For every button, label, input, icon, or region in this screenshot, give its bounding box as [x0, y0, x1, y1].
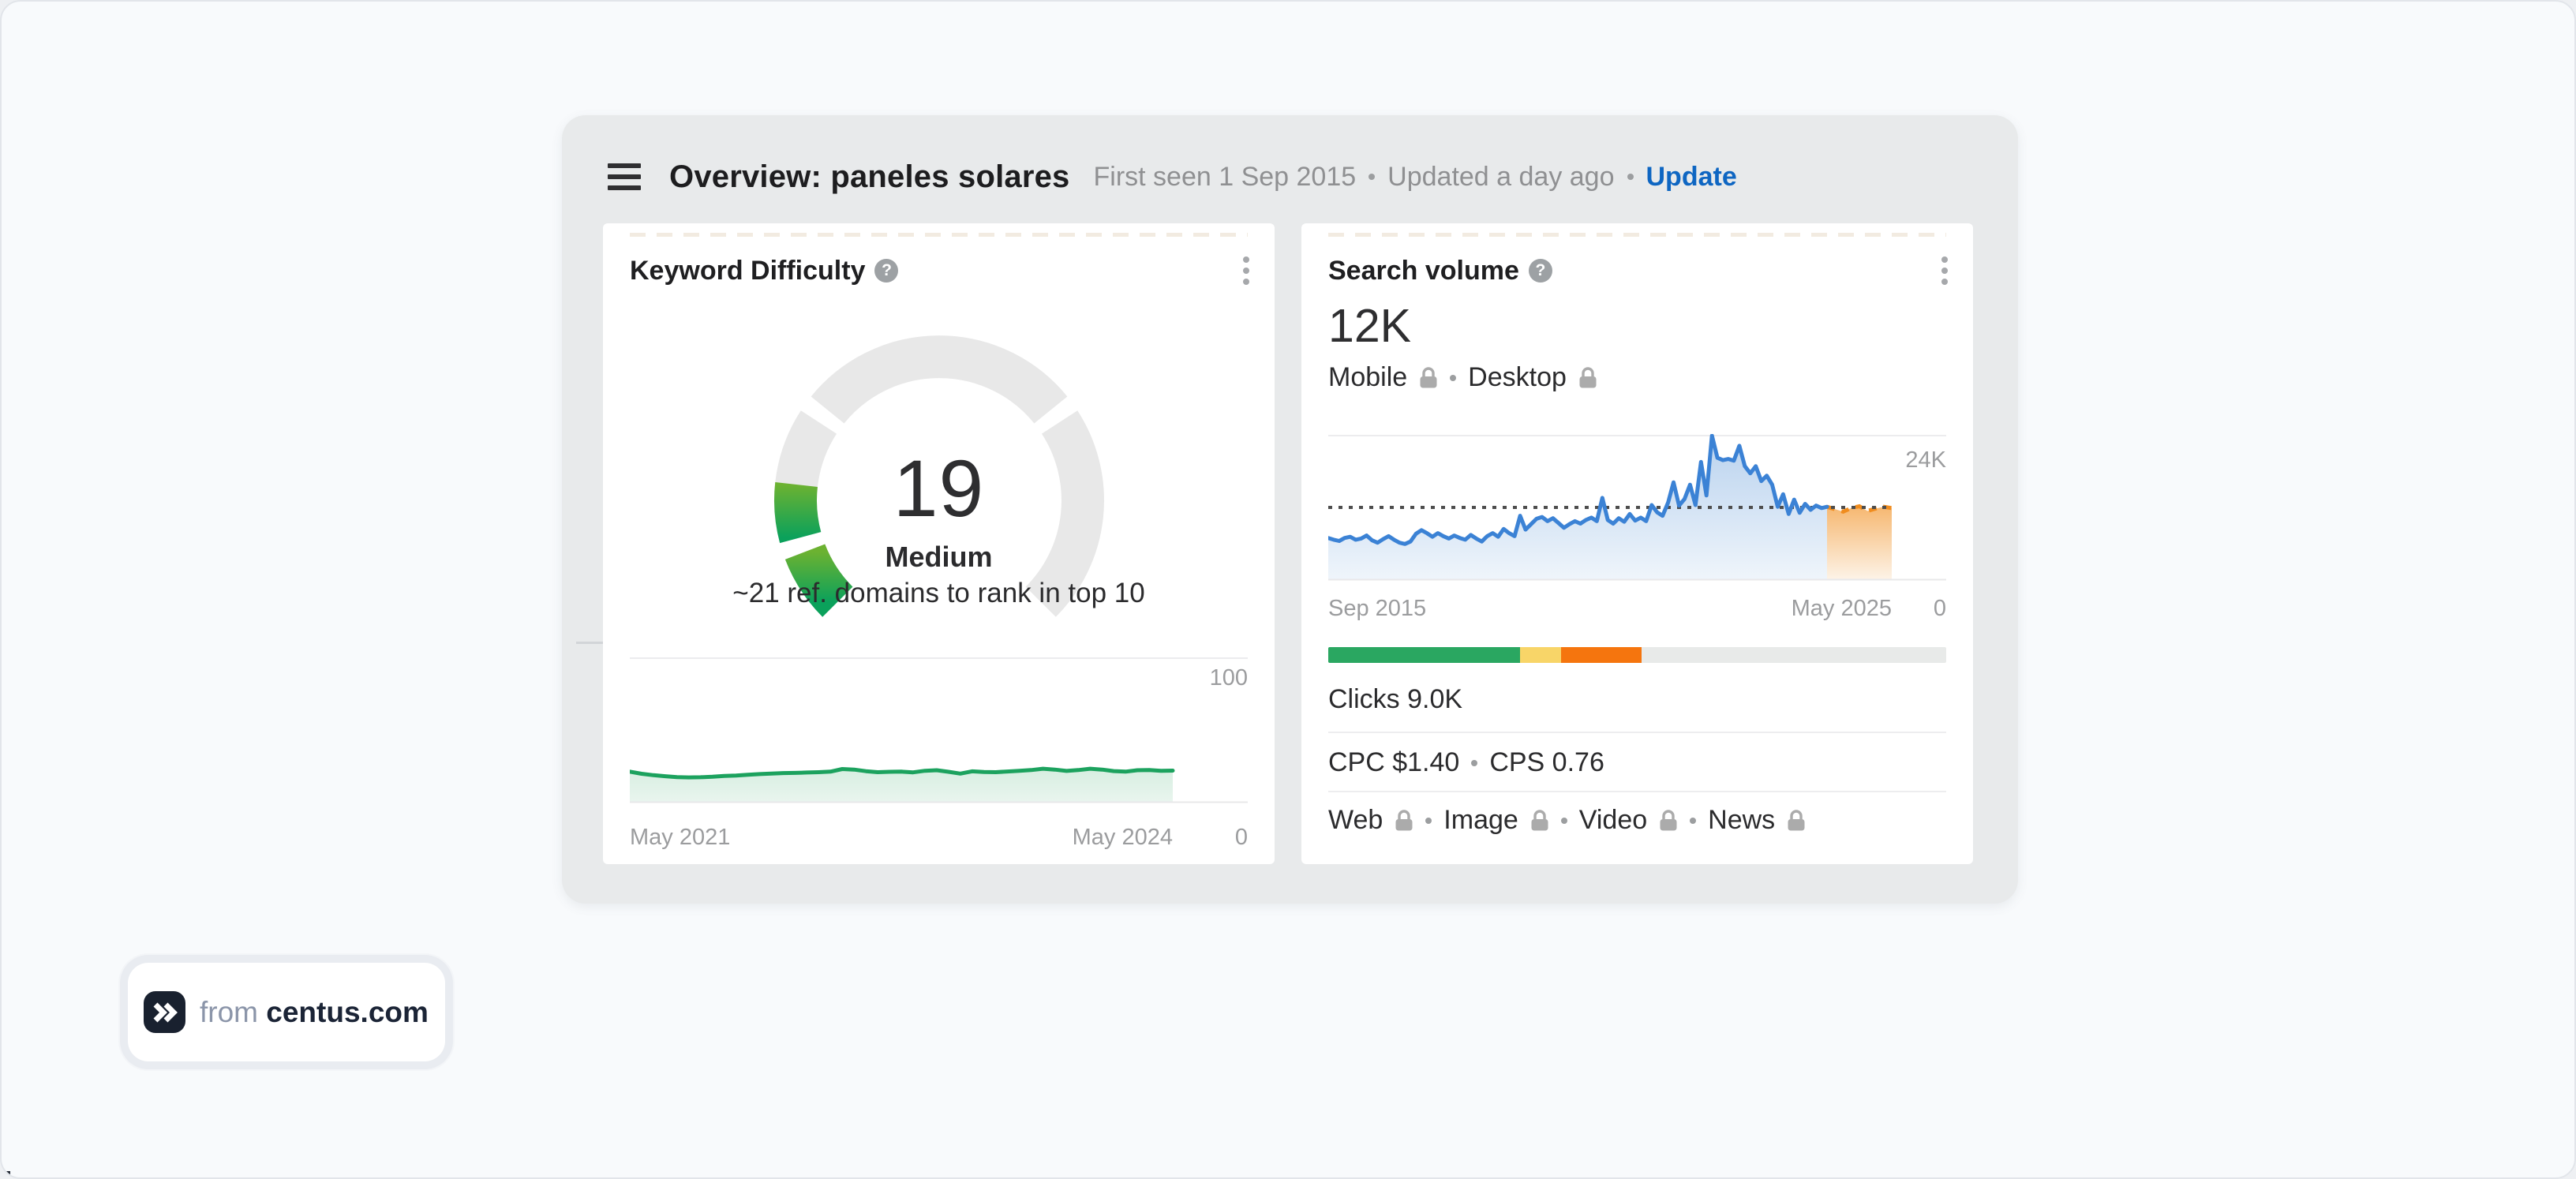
image-label[interactable]: Image	[1443, 805, 1518, 836]
drag-indicator-dashes	[630, 233, 1248, 237]
kd-card-header: Keyword Difficulty ?	[630, 252, 1254, 290]
web-label[interactable]: Web	[1328, 805, 1383, 836]
attribution-badge[interactable]: from centus.com	[128, 963, 445, 1061]
search-volume-chart	[1328, 434, 1946, 581]
kd-axis-max: 100	[1210, 665, 1248, 691]
badge-brand: centus.com	[266, 996, 429, 1028]
cpc-value: CPC $1.40	[1328, 747, 1459, 778]
lock-icon	[1530, 810, 1549, 832]
clicks-bar-segment-no-click	[1561, 647, 1642, 663]
screenshot-frame: Overview: paneles solares First seen 1 S…	[0, 0, 2576, 1179]
page-title: Overview: paneles solares	[669, 159, 1070, 195]
kebab-menu-icon[interactable]	[1238, 252, 1254, 290]
search-volume-card: Search volume ? 12K Mobile Desktop 24K S…	[1301, 223, 1973, 864]
clicks-bar-segment-organic	[1328, 647, 1520, 663]
device-row: Mobile Desktop	[1328, 362, 1597, 393]
screenshot-corner-artifact	[2, 1171, 10, 1179]
keyword-difficulty-card: Keyword Difficulty ? 19 Medium ~21 ref. …	[603, 223, 1275, 864]
news-label[interactable]: News	[1708, 805, 1775, 836]
video-label[interactable]: Video	[1579, 805, 1647, 836]
clicks-value: Clicks 9.0K	[1328, 684, 1462, 715]
kd-axis-end-date: May 2024	[630, 825, 1173, 851]
kd-history-chart	[630, 657, 1248, 803]
kd-level: Medium	[603, 541, 1275, 574]
dot-separator	[1690, 818, 1696, 824]
kd-hint: ~21 ref. domains to rank in top 10	[603, 578, 1275, 609]
clicks-bar-segment-paid	[1520, 647, 1561, 663]
updated-label: Updated a day ago	[1387, 162, 1614, 193]
dot-separator	[1561, 818, 1567, 824]
badge-prefix: from	[200, 996, 258, 1028]
kd-score: 19	[603, 443, 1275, 535]
header-meta: First seen 1 Sep 2015 Updated a day ago …	[1094, 162, 1737, 193]
help-icon[interactable]: ?	[874, 259, 898, 283]
kebab-menu-icon[interactable]	[1937, 252, 1953, 290]
sv-axis-zero: 0	[1934, 596, 1946, 622]
dot-separator	[1627, 174, 1634, 180]
centus-logo-icon	[144, 991, 185, 1033]
desktop-label[interactable]: Desktop	[1468, 362, 1567, 393]
dot-separator	[1425, 818, 1432, 824]
dot-separator	[1450, 375, 1456, 381]
mobile-label[interactable]: Mobile	[1328, 362, 1407, 393]
divider	[1328, 732, 1946, 733]
divider	[1328, 791, 1946, 792]
lock-icon	[1419, 367, 1438, 389]
help-icon[interactable]: ?	[1529, 259, 1552, 283]
panel-header: Overview: paneles solares First seen 1 S…	[608, 156, 1986, 197]
sv-axis-end-date: May 2025	[1328, 596, 1892, 622]
dot-separator	[1368, 174, 1375, 180]
kd-card-title: Keyword Difficulty	[630, 256, 865, 286]
clicks-row: Clicks 9.0K	[1328, 684, 1462, 715]
search-volume-value: 12K	[1328, 299, 1411, 353]
clicks-distribution-bar	[1328, 647, 1946, 663]
lock-icon	[1578, 367, 1597, 389]
lock-icon	[1659, 810, 1678, 832]
sv-card-title: Search volume	[1328, 256, 1519, 286]
cpc-cps-row: CPC $1.40 CPS 0.76	[1328, 747, 1604, 778]
cps-value: CPS 0.76	[1489, 747, 1604, 778]
lock-icon	[1395, 810, 1413, 832]
first-seen-label: First seen 1 Sep 2015	[1094, 162, 1357, 193]
menu-icon[interactable]	[608, 161, 641, 193]
serp-types-row: Web Image Video News	[1328, 805, 1806, 836]
drag-indicator-dashes	[1328, 233, 1946, 237]
update-link[interactable]: Update	[1646, 162, 1737, 193]
sv-axis-max: 24K	[1905, 447, 1946, 473]
dot-separator	[1471, 760, 1477, 766]
kd-axis-zero: 0	[1235, 825, 1248, 851]
badge-text: from centus.com	[200, 996, 429, 1029]
lock-icon	[1787, 810, 1806, 832]
overview-panel: Overview: paneles solares First seen 1 S…	[562, 115, 2018, 904]
sv-card-header: Search volume ?	[1328, 252, 1953, 290]
